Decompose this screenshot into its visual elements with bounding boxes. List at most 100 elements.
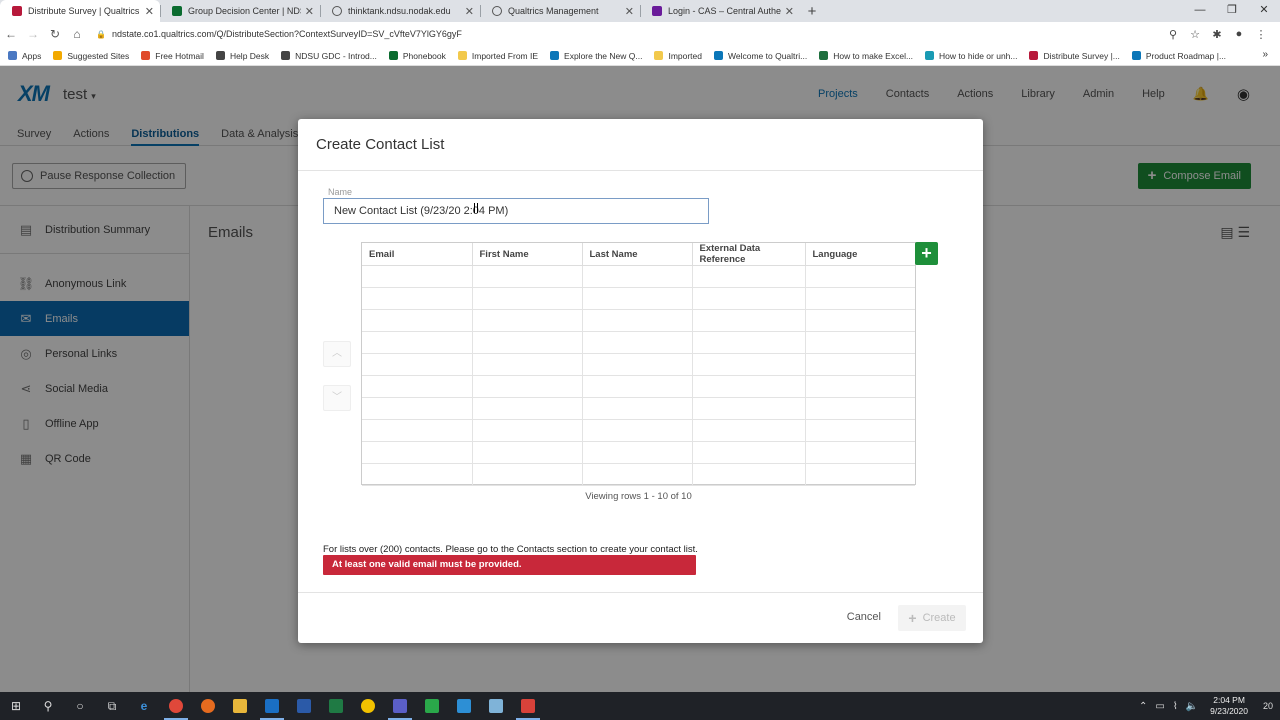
chrome-icon[interactable]	[160, 692, 192, 720]
grid-cell[interactable]	[805, 287, 915, 310]
grid-cell[interactable]	[362, 375, 473, 398]
forward-arrow-icon[interactable]: →	[22, 27, 44, 41]
chevron-up-icon[interactable]: ︿	[323, 341, 351, 367]
bookmark-item[interactable]: Help Desk	[215, 51, 269, 61]
bookmark-star-icon[interactable]: ☆	[1184, 28, 1206, 41]
browser-tab-2[interactable]: thinktank.ndsu.nodak.edu ✕	[320, 0, 480, 22]
grid-cell[interactable]	[362, 397, 473, 420]
bookmark-item[interactable]: Phonebook	[388, 51, 446, 61]
clock[interactable]: 2:04 PM 9/23/2020	[1210, 695, 1248, 717]
grid-cell[interactable]	[582, 331, 693, 354]
restore-icon[interactable]: ❐	[1216, 0, 1248, 22]
grid-cell[interactable]	[582, 441, 693, 464]
word-icon[interactable]	[288, 692, 320, 720]
add-column-button[interactable]: +	[915, 242, 938, 265]
grid-cell[interactable]	[582, 419, 693, 442]
browser-tab-3[interactable]: Qualtrics Management ✕	[480, 0, 640, 22]
teams-icon[interactable]	[384, 692, 416, 720]
notepad-icon[interactable]	[480, 692, 512, 720]
cancel-button[interactable]: Cancel	[847, 611, 881, 623]
search-icon[interactable]: ⚲	[32, 692, 64, 720]
grid-cell[interactable]	[692, 331, 806, 354]
grid-cell[interactable]	[472, 441, 583, 464]
bookmark-item[interactable]: Distribute Survey |...	[1029, 51, 1120, 61]
bookmark-item[interactable]: Suggested Sites	[53, 51, 129, 61]
grid-cell[interactable]	[472, 397, 583, 420]
new-tab-icon[interactable]: +	[800, 0, 824, 22]
grid-cell[interactable]	[472, 353, 583, 376]
grid-cell[interactable]	[582, 309, 693, 332]
notification-icon[interactable]: 20	[1256, 701, 1280, 711]
bookmark-item[interactable]: How to make Excel...	[819, 51, 913, 61]
close-tab-icon[interactable]: ✕	[785, 5, 794, 18]
grid-cell[interactable]	[805, 441, 915, 464]
grid-cell[interactable]	[362, 419, 473, 442]
reload-icon[interactable]: ↻	[44, 27, 66, 41]
edge-icon[interactable]: e	[128, 692, 160, 720]
bookmark-item[interactable]: How to hide or unh...	[925, 51, 1017, 61]
bookmark-item[interactable]: Product Roadmap |...	[1131, 51, 1226, 61]
grid-cell[interactable]	[692, 397, 806, 420]
windows-start-icon[interactable]: ⊞	[0, 692, 32, 720]
grid-cell[interactable]	[692, 287, 806, 310]
chevron-up-icon[interactable]: ⌃	[1139, 701, 1147, 712]
grid-cell[interactable]	[362, 463, 473, 486]
back-arrow-icon[interactable]: ←	[0, 27, 22, 41]
chevron-down-icon[interactable]: ﹀	[323, 385, 351, 411]
grid-cell[interactable]	[472, 309, 583, 332]
extensions-icon[interactable]: ✱	[1206, 28, 1228, 41]
grid-cell[interactable]	[805, 309, 915, 332]
grid-cell[interactable]	[692, 353, 806, 376]
close-tab-icon[interactable]: ✕	[625, 5, 634, 18]
outlook-icon[interactable]	[256, 692, 288, 720]
contact-list-name-input[interactable]	[323, 198, 709, 224]
grid-cell[interactable]	[692, 309, 806, 332]
grid-cell[interactable]	[692, 375, 806, 398]
grid-cell[interactable]	[805, 353, 915, 376]
close-window-icon[interactable]: ✕	[1248, 0, 1280, 22]
grid-cell[interactable]	[692, 463, 806, 486]
grid-cell[interactable]	[805, 265, 915, 288]
grid-cell[interactable]	[805, 463, 915, 486]
bookmark-item[interactable]: Explore the New Q...	[550, 51, 642, 61]
grid-cell[interactable]	[472, 331, 583, 354]
grid-cell[interactable]	[472, 419, 583, 442]
grid-cell[interactable]	[805, 419, 915, 442]
grid-cell[interactable]	[692, 441, 806, 464]
bookmark-item[interactable]: Imported From IE	[457, 51, 538, 61]
sticky-app-icon[interactable]	[352, 692, 384, 720]
home-icon[interactable]: ⌂	[66, 27, 88, 41]
close-tab-icon[interactable]: ✕	[305, 5, 314, 18]
grid-cell[interactable]	[692, 419, 806, 442]
grid-cell[interactable]	[805, 375, 915, 398]
close-tab-icon[interactable]: ✕	[145, 5, 154, 18]
bookmark-item[interactable]: Free Hotmail	[141, 51, 204, 61]
zoom-icon[interactable]: ⚲	[1162, 28, 1184, 41]
profile-icon[interactable]: ●	[1228, 28, 1250, 40]
grid-cell[interactable]	[805, 397, 915, 420]
bookmark-item[interactable]: Apps	[8, 51, 41, 61]
grid-cell[interactable]	[582, 265, 693, 288]
grid-cell[interactable]	[582, 353, 693, 376]
grid-cell[interactable]	[582, 463, 693, 486]
grid-cell[interactable]	[582, 375, 693, 398]
close-tab-icon[interactable]: ✕	[465, 5, 474, 18]
firefox-icon[interactable]	[192, 692, 224, 720]
grid-cell[interactable]	[362, 287, 473, 310]
excel-icon[interactable]	[320, 692, 352, 720]
grid-cell[interactable]	[692, 265, 806, 288]
grid-cell[interactable]	[362, 265, 473, 288]
address-bar[interactable]: 🔒 ndstate.co1.qualtrics.com/Q/Distribute…	[96, 24, 1162, 44]
grid-cell[interactable]	[362, 353, 473, 376]
menu-kebab-icon[interactable]: ⋮	[1250, 28, 1272, 41]
more-bookmarks-icon[interactable]: »	[1262, 49, 1268, 60]
grid-cell[interactable]	[472, 287, 583, 310]
grid-cell[interactable]	[472, 375, 583, 398]
browser-tab-4[interactable]: Login - CAS – Central Authenticat✕	[640, 0, 800, 22]
bookmark-item[interactable]: Imported	[654, 51, 702, 61]
file-explorer-icon[interactable]	[224, 692, 256, 720]
camtasia-green-icon[interactable]	[416, 692, 448, 720]
grid-cell[interactable]	[582, 287, 693, 310]
grid-cell[interactable]	[362, 309, 473, 332]
grid-cell[interactable]	[805, 331, 915, 354]
